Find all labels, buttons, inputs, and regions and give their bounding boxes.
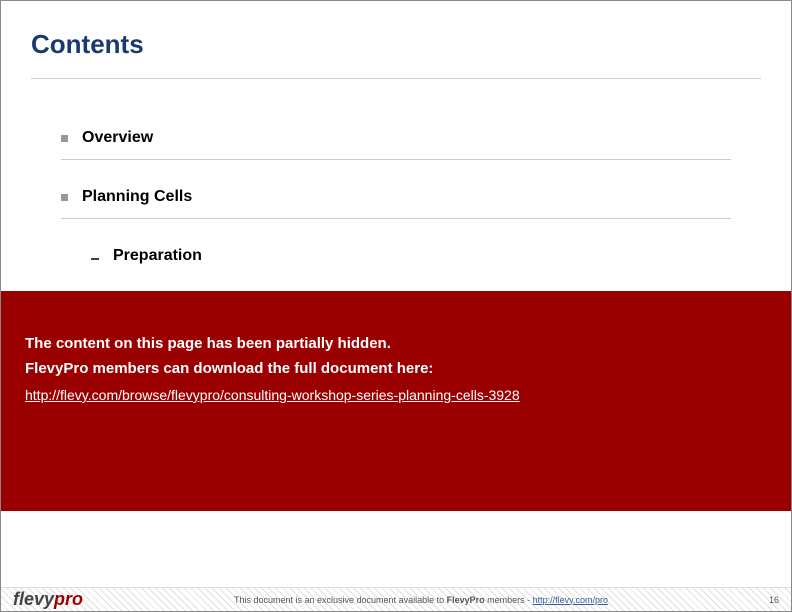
page-number: 16 [759, 595, 779, 605]
footer-prefix: This document is an exclusive document a… [234, 595, 447, 605]
hidden-content-overlay: The content on this page has been partia… [1, 291, 791, 511]
overlay-message-2: FlevyPro members can download the full d… [25, 360, 767, 377]
footer-brand: FlevyPro [447, 595, 485, 605]
item-label: Planning Cells [82, 188, 192, 206]
list-item: Preparation [61, 247, 731, 265]
item-label: Overview [82, 129, 153, 147]
overlay-message-1: The content on this page has been partia… [25, 335, 767, 352]
item-divider [61, 159, 731, 160]
list-item: Planning Cells [61, 188, 731, 206]
content-area: Overview Planning Cells Preparation [1, 79, 791, 265]
item-divider [61, 218, 731, 219]
download-link[interactable]: http://flevy.com/browse/flevypro/consult… [25, 387, 520, 403]
header: Contents [1, 1, 791, 70]
bullet-dash-icon [91, 258, 99, 260]
footer-link[interactable]: http://flevy.com/pro [533, 595, 608, 605]
page-title: Contents [31, 29, 761, 60]
bullet-square-icon [61, 194, 68, 201]
item-label: Preparation [113, 247, 202, 265]
bullet-square-icon [61, 135, 68, 142]
footer: flevypro This document is an exclusive d… [1, 587, 791, 611]
footer-middle: members - [485, 595, 533, 605]
list-item: Overview [61, 129, 731, 147]
logo-text-flevy: flevy [13, 589, 54, 610]
flevypro-logo: flevypro [13, 589, 83, 610]
logo-text-pro: pro [54, 589, 83, 610]
slide-container: Contents Overview Planning Cells Prepara… [0, 0, 792, 612]
footer-text: This document is an exclusive document a… [83, 595, 759, 605]
